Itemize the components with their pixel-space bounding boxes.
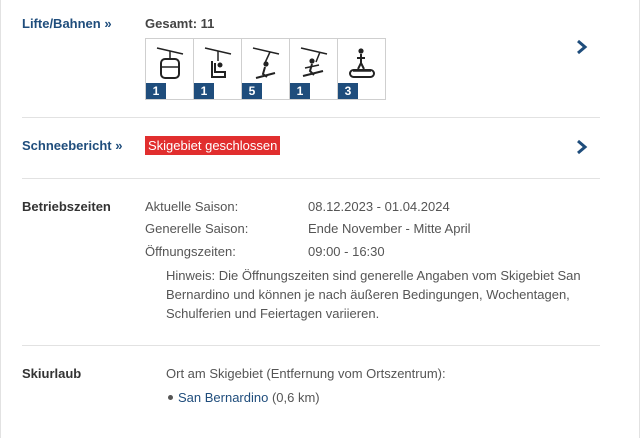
opening-times-label: Öffnungszeiten: <box>145 244 236 259</box>
general-season-value: Ende November - Mitte April <box>308 221 471 236</box>
place-distance: (0,6 km) <box>271 390 320 405</box>
ski-vacation-intro: Ort am Skigebiet (Entfernung vom Ortszen… <box>166 366 446 381</box>
ski-vacation-heading: Skiurlaub <box>22 366 82 381</box>
current-season-value: 08.12.2023 - 01.04.2024 <box>308 199 450 214</box>
lift-type-t-bar[interactable]: 5 <box>241 38 290 100</box>
lifts-chevron-right-icon[interactable] <box>575 38 589 56</box>
snow-report-chevron-right-icon[interactable] <box>575 138 589 156</box>
lift-type-platter[interactable]: 1 <box>289 38 338 100</box>
lift-type-gondola[interactable]: 1 <box>145 38 194 100</box>
snow-report-link[interactable]: Schneebericht » <box>22 138 122 153</box>
opening-hours-heading: Betriebszeiten <box>22 199 111 214</box>
t-bar-lift-icon <box>252 47 280 79</box>
lift-count: 1 <box>146 83 166 99</box>
gondola-icon <box>156 47 184 79</box>
magic-carpet-icon <box>349 48 375 78</box>
divider <box>22 178 600 179</box>
lift-count: 1 <box>290 83 310 99</box>
bullet-icon <box>168 395 173 401</box>
lift-type-magic-carpet[interactable]: 3 <box>337 38 386 100</box>
lift-count: 3 <box>338 83 358 99</box>
current-season-label: Aktuelle Saison: <box>145 199 239 214</box>
divider <box>22 117 600 118</box>
lift-type-chairlift[interactable]: 1 <box>193 38 242 100</box>
divider <box>22 345 600 346</box>
lift-count: 1 <box>194 83 214 99</box>
list-item: San Bernardino (0,6 km) <box>168 390 320 405</box>
general-season-label: Generelle Saison: <box>145 221 249 236</box>
status-badge: Skigebiet geschlossen <box>145 136 281 155</box>
lift-count: 5 <box>242 83 262 99</box>
opening-hours-hint: Hinweis: Die Öffnungszeiten sind generel… <box>166 268 581 321</box>
ski-resort-info-panel: Lifte/Bahnen » Gesamt: 11 1 1 5 1 3 Schn… <box>0 0 640 438</box>
lifts-total: Gesamt: 11 <box>145 16 215 31</box>
platter-lift-icon <box>300 47 328 77</box>
place-link[interactable]: San Bernardino <box>178 390 268 405</box>
opening-times-value: 09:00 - 16:30 <box>308 244 385 259</box>
lifts-link[interactable]: Lifte/Bahnen » <box>22 16 112 31</box>
chairlift-icon <box>204 47 232 78</box>
lift-types-list: 1 1 5 1 3 <box>145 38 386 100</box>
